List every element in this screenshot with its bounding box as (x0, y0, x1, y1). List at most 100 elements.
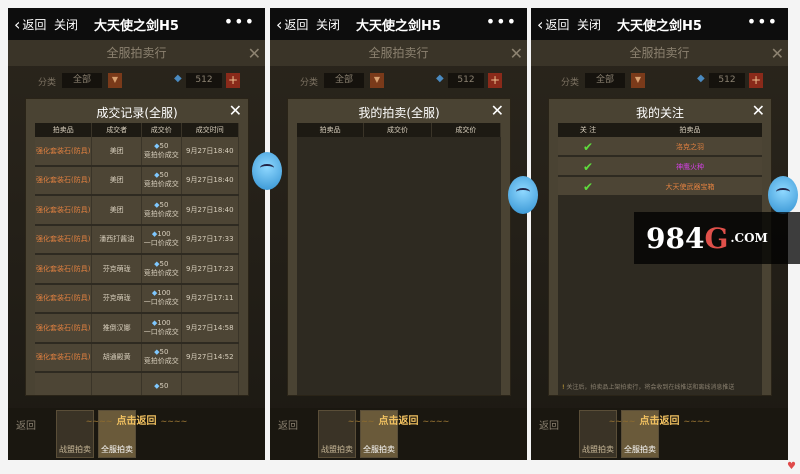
price-type: 竞拍价成交 (143, 209, 179, 218)
follow-row[interactable]: ✔ 洛克之羽 (558, 137, 762, 157)
column-header: 拍卖品 (35, 123, 93, 137)
filter-label: 分类 (561, 78, 580, 88)
more-icon[interactable]: ••• (224, 12, 255, 31)
cell-time: 9月27日18:40 (182, 137, 239, 165)
diamond-icon: ◆ (436, 73, 444, 84)
column-header: 成交时间 (182, 123, 239, 137)
cell-price: ◆50 竞拍价成交 (142, 166, 182, 194)
add-currency-button[interactable]: + (488, 73, 502, 88)
mascot-icon[interactable] (768, 176, 798, 214)
records-table: 拍卖品 成交者 成交价 成交时间 强化套装石(防具) 美团 ◆50 竞拍价成交 9月27… (35, 123, 239, 395)
wechat-nav-bar: ‹ 返回 关闭 大天使之剑H5 ••• (531, 8, 788, 40)
cell-price: ◆50 竞拍价成交 (142, 255, 182, 283)
cell-price: ◆100 一口价成交 (142, 284, 182, 312)
currency-value: 512 (448, 73, 484, 88)
more-icon[interactable]: ••• (747, 12, 778, 31)
cell-item (35, 373, 93, 395)
my-auctions-modal: 我的拍卖(全服) ✕ 拍卖品 成交价 成交价 (287, 98, 511, 396)
table-row: 强化套装石(防具) 潘西打酱油 ◆100 一口价成交 9月27日17:33 (35, 225, 239, 255)
checkmark-icon[interactable]: ✔ (558, 177, 618, 195)
follow-row[interactable]: ✔ 神鹰火种 (558, 157, 762, 177)
game-area: 全服拍卖行 ✕ 分类 全部 ▼ ◆ 512 + 成交记录(全服) ✕ 拍卖品 成… (8, 40, 265, 460)
filter-select[interactable]: 全部 (585, 73, 625, 88)
cell-item: 强化套装石(防具) (35, 137, 93, 165)
price-value: 100 (157, 289, 171, 298)
close-icon[interactable]: ✕ (248, 44, 261, 63)
cell-time: 9月27日17:23 (182, 255, 239, 283)
column-header: 关 注 (579, 126, 597, 134)
column-header: 成交价 (142, 123, 182, 137)
filter-bar: 分类 全部 ▼ ◆ 512 + (531, 72, 788, 90)
table-header: 拍卖品 成交者 成交价 成交时间 (35, 123, 239, 137)
price-value: 50 (159, 171, 169, 180)
cell-time: 9月27日14:52 (182, 343, 239, 371)
filter-bar: 分类 全部 ▼ ◆ 512 + (8, 72, 265, 90)
cell-buyer: 芬克萌珑 (92, 255, 142, 283)
cell-buyer: 芬克萌珑 (92, 284, 142, 312)
cell-buyer: 美团 (92, 137, 142, 165)
diamond-icon: ◆ (174, 73, 182, 84)
cell-time (182, 373, 239, 395)
follow-item-name: 大天使武器宝箱 (665, 183, 715, 191)
price-value: 50 (159, 200, 169, 209)
column-header: 成交者 (92, 123, 142, 137)
price-type: 竞拍价成交 (143, 150, 179, 159)
modal-title: 我的拍卖(全服) (358, 106, 440, 120)
price-value: 50 (159, 382, 169, 391)
cell-item: 强化套装石(防具) (35, 255, 93, 283)
click-return-banner[interactable]: 点击返回 (8, 412, 265, 427)
follow-note: ! 关注后，拍卖品上架拍卖行，将会收到在线推送和离线消息推送 (562, 382, 758, 391)
cell-buyer: 胡通殿黄 (92, 343, 142, 371)
price-value: 100 (157, 318, 171, 327)
close-icon[interactable]: ✕ (510, 44, 523, 63)
table-row: 强化套装石(防具) 美团 ◆50 竞拍价成交 9月27日18:40 (35, 137, 239, 167)
cell-item: 强化套装石(防具) (35, 196, 93, 224)
cell-buyer: 美团 (92, 166, 142, 194)
chevron-down-icon[interactable]: ▼ (108, 73, 122, 88)
cell-price: ◆50 竞拍价成交 (142, 196, 182, 224)
price-value: 50 (159, 141, 169, 150)
cell-price: ◆50 竞拍价成交 (142, 137, 182, 165)
chevron-down-icon[interactable]: ▼ (631, 73, 645, 88)
table-row: 强化套装石(防具) 推倒汉娜 ◆100 一口价成交 9月27日14:58 (35, 314, 239, 344)
filter-label: 分类 (300, 78, 319, 88)
click-return-banner[interactable]: 点击返回 (531, 412, 788, 427)
heart-icon: ♥ (787, 461, 796, 472)
mascot-icon[interactable] (252, 152, 282, 190)
watermark-main: 984 (646, 221, 705, 255)
follow-row[interactable]: ✔ 大天使武器宝箱 (558, 177, 762, 197)
cell-item: 强化套装石(防具) (35, 225, 93, 253)
close-icon[interactable]: ✕ (229, 101, 242, 120)
filter-select[interactable]: 全部 (324, 73, 364, 88)
filter-label: 分类 (38, 78, 57, 88)
mascot-icon[interactable] (508, 176, 538, 214)
price-type: 一口价成交 (143, 239, 179, 248)
price-type: 竞拍价成交 (143, 357, 179, 366)
game-area: 全服拍卖行 ✕ 分类 全部 ▼ ◆ 512 + 我的拍卖(全服) ✕ 拍卖品 成… (270, 40, 527, 460)
add-currency-button[interactable]: + (749, 73, 763, 88)
note-text: 关注后，拍卖品上架拍卖行，将会收到在线推送和离线消息推送 (566, 384, 735, 391)
cell-time: 9月27日17:33 (182, 225, 239, 253)
more-icon[interactable]: ••• (486, 12, 517, 31)
close-icon[interactable]: ✕ (491, 101, 504, 120)
close-icon[interactable]: ✕ (771, 44, 784, 63)
follow-item-name: 洛克之羽 (676, 143, 704, 151)
cell-item: 强化套装石(防具) (35, 166, 93, 194)
checkmark-icon[interactable]: ✔ (558, 157, 618, 175)
diamond-icon: ◆ (697, 73, 705, 84)
cell-item: 强化套装石(防具) (35, 314, 93, 342)
price-type: 竞拍价成交 (143, 180, 179, 189)
price-type: 竞拍价成交 (143, 268, 179, 277)
close-icon[interactable]: ✕ (752, 101, 765, 120)
table-header: 拍卖品 成交价 成交价 (297, 123, 501, 137)
filter-select[interactable]: 全部 (62, 73, 102, 88)
chevron-down-icon[interactable]: ▼ (370, 73, 384, 88)
price-type: 一口价成交 (143, 327, 179, 336)
add-currency-button[interactable]: + (226, 73, 240, 88)
checkmark-icon[interactable]: ✔ (558, 137, 618, 155)
cell-time: 9月27日17:11 (182, 284, 239, 312)
cell-price: ◆100 一口价成交 (142, 314, 182, 342)
price-value: 50 (159, 348, 169, 357)
click-return-banner[interactable]: 点击返回 (270, 412, 527, 427)
currency-value: 512 (709, 73, 745, 88)
